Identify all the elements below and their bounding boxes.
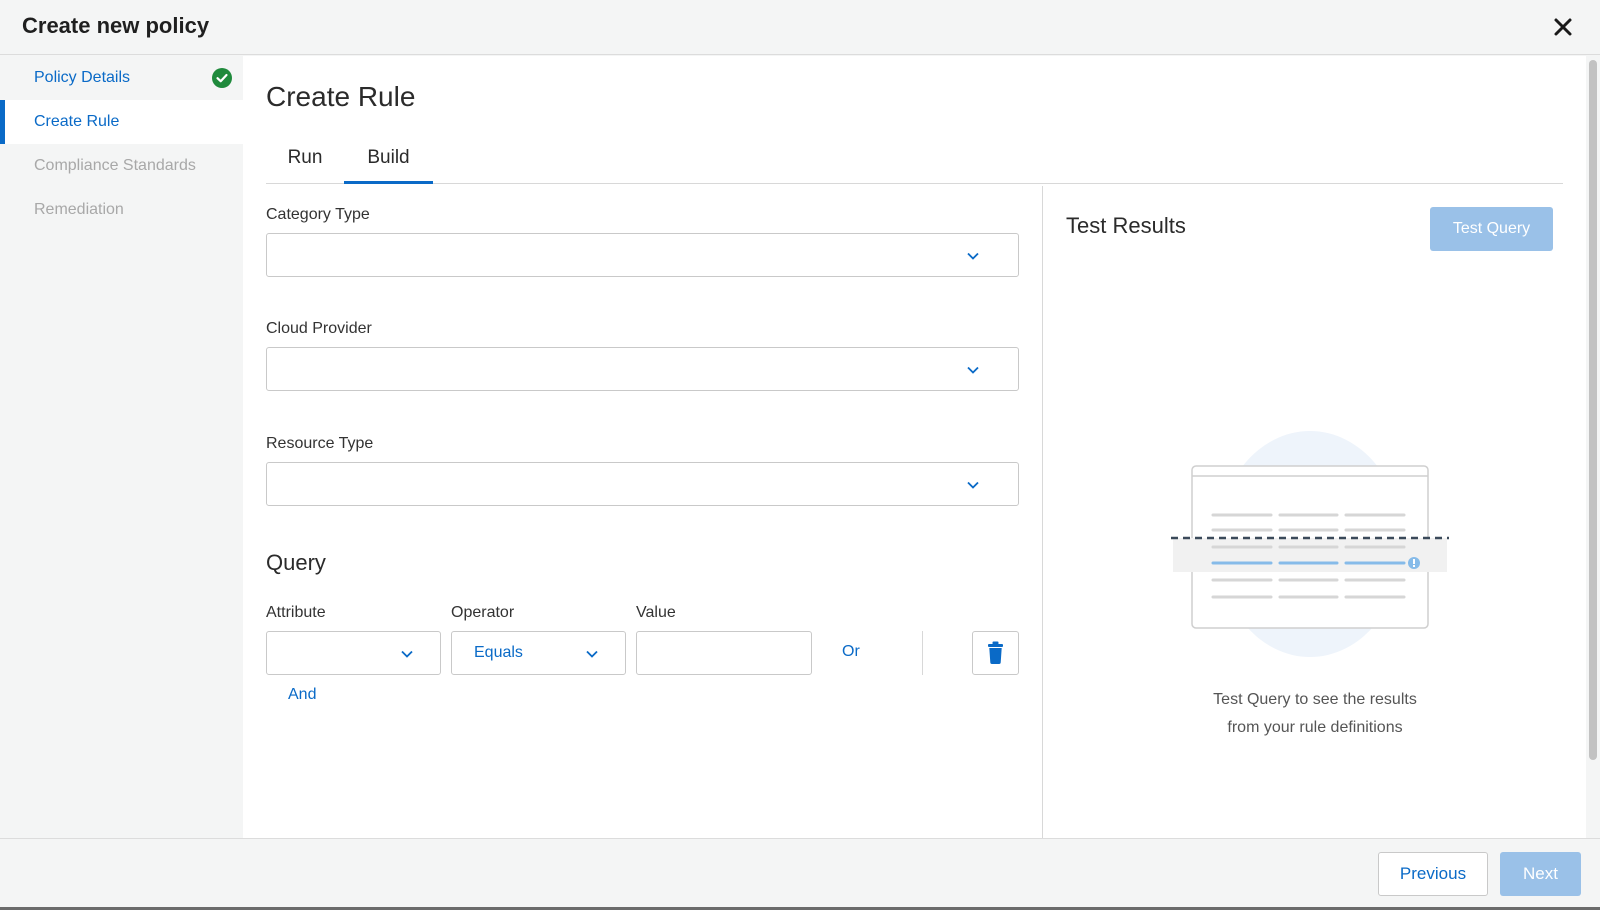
category-type-label: Category Type xyxy=(266,206,370,223)
test-query-button[interactable]: Test Query xyxy=(1430,207,1553,251)
step-remediation: Remediation xyxy=(0,188,243,232)
step-label: Policy Details xyxy=(34,69,131,86)
check-circle-icon xyxy=(212,68,232,88)
delete-condition-button[interactable] xyxy=(972,631,1019,675)
test-results-panel: Test Results Test Query Test Query to se… xyxy=(1042,186,1586,838)
vertical-scrollbar[interactable] xyxy=(1586,56,1600,838)
trash-icon xyxy=(988,641,1003,664)
chevron-down-icon xyxy=(586,650,598,658)
tab-build[interactable]: Build xyxy=(344,140,433,184)
page-title: Create Rule xyxy=(266,81,416,112)
value-input[interactable] xyxy=(636,631,812,675)
cloud-provider-select[interactable] xyxy=(266,347,1019,391)
chevron-down-icon xyxy=(401,650,413,658)
query-heading: Query xyxy=(266,550,326,575)
and-button[interactable]: And xyxy=(288,686,316,704)
scroll-thumb[interactable] xyxy=(1589,60,1597,760)
cloud-provider-label: Cloud Provider xyxy=(266,320,372,337)
operator-value: Equals xyxy=(474,644,523,661)
main-content: Create Rule Run Build Category Type Clou… xyxy=(243,56,1586,838)
step-label: Compliance Standards xyxy=(34,157,196,174)
attribute-select[interactable] xyxy=(266,631,441,675)
previous-button[interactable]: Previous xyxy=(1378,852,1488,896)
step-create-rule[interactable]: Create Rule xyxy=(0,100,243,144)
close-icon[interactable] xyxy=(1550,14,1576,40)
test-results-title: Test Results xyxy=(1066,213,1186,238)
modal-title: Create new policy xyxy=(22,13,210,38)
step-compliance-standards: Compliance Standards xyxy=(0,144,243,188)
step-label: Remediation xyxy=(34,201,124,218)
chevron-down-icon xyxy=(967,481,979,489)
value-label: Value xyxy=(636,604,676,621)
step-policy-details[interactable]: Policy Details xyxy=(0,56,243,100)
create-policy-modal: Create new policy Policy Details Create … xyxy=(0,0,1600,907)
step-label: Create Rule xyxy=(34,113,120,130)
resource-type-label: Resource Type xyxy=(266,435,374,452)
operator-select[interactable]: Equals xyxy=(451,631,626,675)
empty-results-message: Test Query to see the results from your … xyxy=(1043,686,1587,742)
chevron-down-icon xyxy=(967,366,979,374)
empty-results-line-2: from your rule definitions xyxy=(1227,719,1403,736)
rule-form: Category Type Cloud Provider Resource Ty… xyxy=(243,186,1042,838)
operator-label: Operator xyxy=(451,604,515,621)
empty-results-line-1: Test Query to see the results xyxy=(1213,691,1417,708)
chevron-down-icon xyxy=(967,252,979,260)
next-button[interactable]: Next xyxy=(1500,852,1581,896)
empty-results-illustration xyxy=(1171,431,1449,657)
wizard-steps-sidebar: Policy Details Create Rule Compliance St… xyxy=(0,56,243,838)
tab-run[interactable]: Run xyxy=(266,140,344,184)
category-type-select[interactable] xyxy=(266,233,1019,277)
or-button[interactable]: Or xyxy=(842,643,860,661)
resource-type-select[interactable] xyxy=(266,462,1019,506)
attribute-label: Attribute xyxy=(266,604,326,621)
rule-tabs: Run Build xyxy=(266,140,1563,184)
modal-footer: Previous Next xyxy=(0,838,1600,907)
divider xyxy=(922,631,923,675)
modal-header: Create new policy xyxy=(0,0,1600,55)
